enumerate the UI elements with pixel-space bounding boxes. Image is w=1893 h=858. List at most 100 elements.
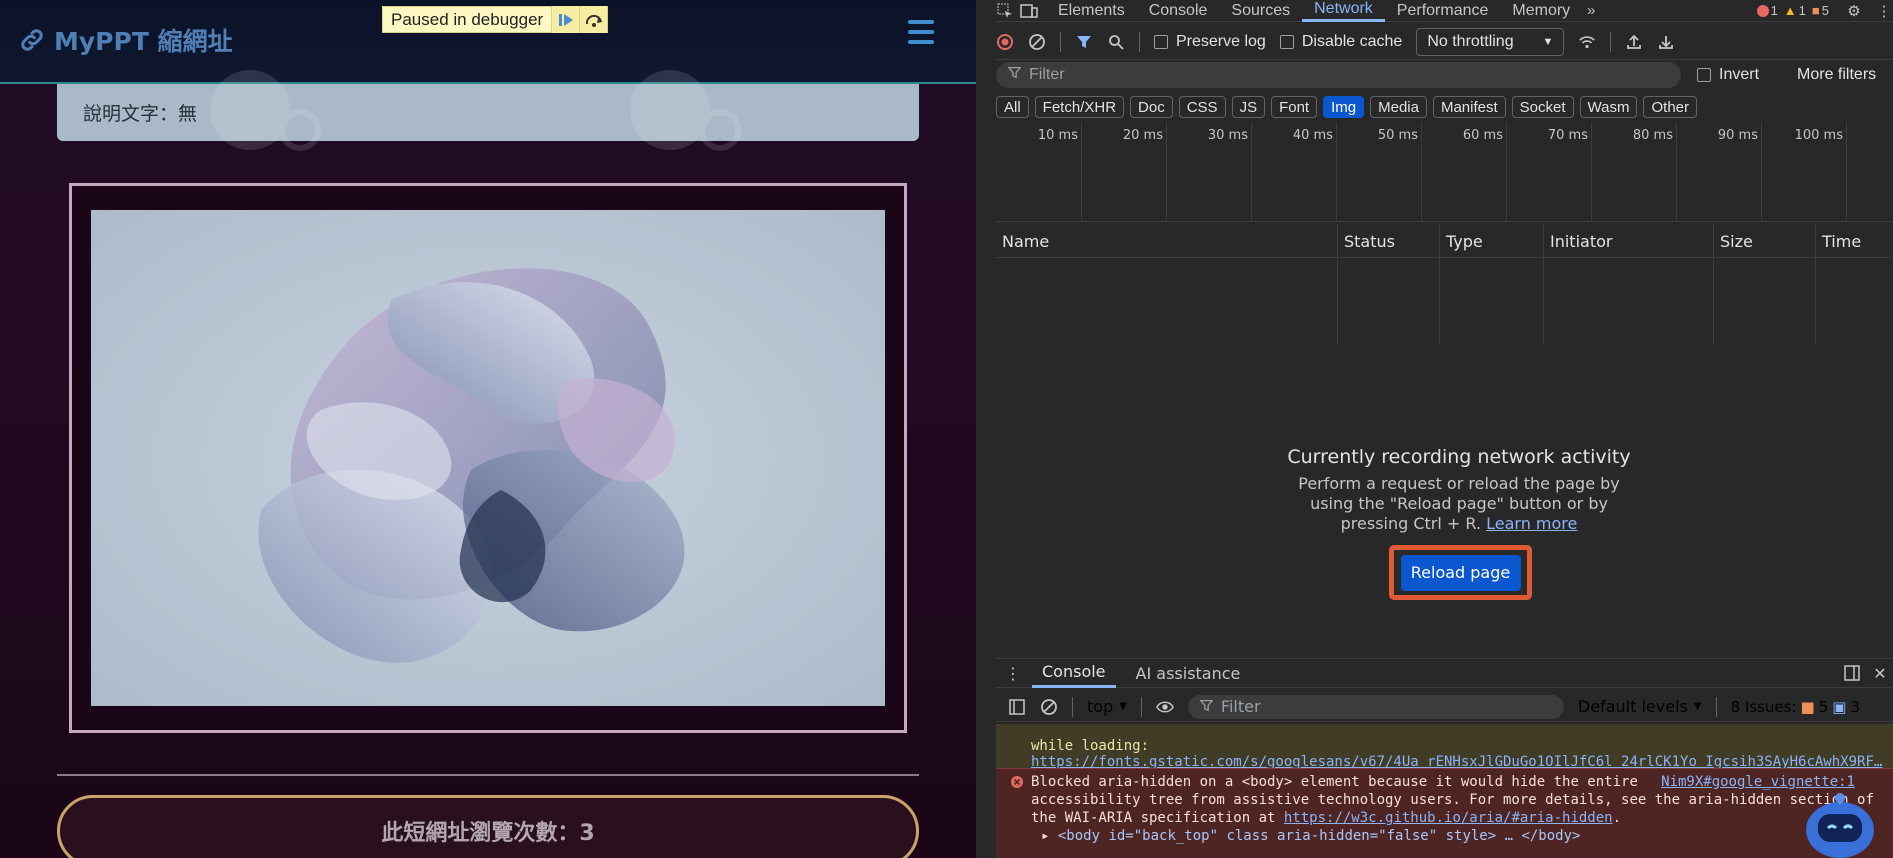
settings-gear-icon[interactable]: ⚙ — [1845, 2, 1863, 20]
timeline-tick-label: 30 ms — [1207, 128, 1248, 143]
type-filter-media[interactable]: Media — [1370, 96, 1427, 118]
column-header: Time — [1822, 232, 1862, 251]
type-filter-fetch-xhr[interactable]: Fetch/XHR — [1034, 96, 1125, 118]
tab-console[interactable]: Console — [1137, 0, 1220, 22]
aria-spec-link[interactable]: https://w3c.github.io/aria/#aria-hidden — [1284, 810, 1613, 826]
drawer-tab-ai-assistance[interactable]: AI assistance — [1126, 658, 1251, 688]
export-har-icon[interactable] — [1657, 33, 1675, 51]
column-header: Status — [1344, 232, 1395, 251]
drawer-tab-console[interactable]: Console — [1032, 658, 1116, 688]
log-levels-value: Default levels — [1577, 697, 1688, 716]
column-name[interactable]: Name — [996, 224, 1338, 344]
search-icon[interactable] — [1107, 33, 1125, 51]
column-initiator[interactable]: Initiator — [1544, 224, 1714, 344]
type-filter-socket[interactable]: Socket — [1511, 96, 1574, 118]
checkbox-box[interactable] — [1279, 34, 1294, 49]
type-filter-img[interactable]: Img — [1323, 96, 1365, 118]
hamburger-bar — [908, 40, 934, 44]
reload-page-button[interactable]: Reload page — [1400, 554, 1521, 591]
record-stop-icon[interactable] — [996, 33, 1014, 51]
network-filter-input[interactable]: Filter — [996, 62, 1681, 88]
error-source-link[interactable]: Nim9X#google_vignette:1 — [1661, 773, 1855, 791]
issues-warn-count: 5 — [1818, 697, 1829, 716]
drawer-tab-bar: ⋮ Console AI assistance ✕ — [996, 658, 1893, 688]
console-filter-placeholder: Filter — [1220, 697, 1261, 716]
close-drawer-icon[interactable]: ✕ — [1871, 664, 1889, 683]
column-size[interactable]: Size — [1714, 224, 1816, 344]
resume-icon[interactable] — [551, 6, 580, 33]
clear-icon[interactable] — [1028, 33, 1046, 51]
type-filter-manifest[interactable]: Manifest — [1432, 96, 1506, 118]
log-levels-select[interactable]: Default levels ▼ — [1578, 697, 1702, 716]
dock-side-icon[interactable] — [1843, 664, 1861, 682]
more-tabs-icon[interactable]: » — [1582, 2, 1600, 20]
checkbox-box[interactable] — [1697, 68, 1711, 82]
filter-placeholder: Filter — [1029, 66, 1065, 83]
visit-count-badge: 此短網址瀏覽次數：3 — [57, 795, 919, 858]
type-filter-doc[interactable]: Doc — [1130, 96, 1173, 118]
empty-state-title: Currently recording network activity — [1287, 446, 1631, 468]
step-over-icon[interactable] — [579, 6, 608, 33]
clipped-line — [1031, 724, 1893, 738]
reload-highlight-box: Reload page — [1389, 545, 1532, 600]
type-filter-js[interactable]: JS — [1231, 96, 1266, 118]
tab-elements[interactable]: Elements — [1046, 0, 1137, 22]
tab-memory[interactable]: Memory — [1500, 0, 1582, 22]
error-text-line: the WAI-ARIA specification at — [1031, 810, 1284, 826]
column-type[interactable]: Type — [1440, 224, 1544, 344]
live-expression-eye-icon[interactable] — [1155, 698, 1174, 716]
tab-sources[interactable]: Sources — [1219, 0, 1302, 22]
network-empty-state: Currently recording network activity Per… — [1226, 446, 1692, 534]
body-element-node[interactable]: <body id="back_top" class aria-hidden="f… — [1058, 828, 1581, 844]
type-filter-other[interactable]: Other — [1643, 96, 1697, 118]
issues-summary-button[interactable]: 8 Issues: ■ 5 ▣ 3 — [1731, 698, 1860, 716]
throttling-value: No throttling — [1427, 32, 1514, 50]
type-filter-all[interactable]: All — [996, 96, 1029, 118]
type-filter-css[interactable]: CSS — [1178, 96, 1226, 118]
column-time[interactable]: Time — [1816, 224, 1893, 344]
disable-cache-checkbox[interactable]: Disable cache — [1279, 33, 1402, 51]
learn-more-link[interactable]: Learn more — [1486, 514, 1577, 533]
chevron-down-icon: ▼ — [1119, 701, 1127, 712]
throttling-select[interactable]: No throttling ▼ — [1416, 27, 1565, 56]
kebab-menu-icon[interactable]: ⋮ — [1875, 2, 1893, 20]
network-timeline-overview[interactable]: 10 ms 20 ms 30 ms 40 ms 50 ms 60 ms 70 m… — [996, 122, 1893, 222]
sidebar-toggle-icon[interactable] — [1008, 698, 1026, 716]
expand-triangle-icon[interactable]: ▸ — [1041, 828, 1049, 844]
timeline-tick: 80 ms — [1633, 122, 1677, 222]
column-status[interactable]: Status — [1338, 224, 1440, 344]
timeline-tick: 10 ms — [1038, 122, 1082, 222]
checkbox-box[interactable] — [1154, 34, 1168, 49]
hamburger-bar — [908, 20, 934, 24]
context-select[interactable]: top ▼ — [1087, 697, 1127, 716]
tab-network[interactable]: Network — [1302, 0, 1385, 22]
chevron-down-icon: ▼ — [1693, 701, 1702, 712]
network-conditions-icon[interactable] — [1578, 33, 1596, 51]
console-filter-input[interactable]: Filter — [1187, 694, 1564, 719]
tab-performance[interactable]: Performance — [1385, 0, 1501, 22]
filter-funnel-icon[interactable] — [1075, 33, 1093, 51]
warning-text: while loading: — [1031, 738, 1150, 754]
invert-checkbox[interactable]: Invert — [1697, 66, 1759, 84]
console-warning-message: while loading: https://fonts.gstatic.com… — [996, 724, 1893, 770]
abstract-bloom-image — [91, 210, 885, 706]
type-filter-font[interactable]: Font — [1271, 96, 1318, 118]
type-filter-wasm[interactable]: Wasm — [1579, 96, 1638, 118]
warning-count-badge[interactable]: ▲ 1 — [1784, 3, 1806, 18]
menu-toggle-button[interactable] — [908, 20, 934, 44]
device-toolbar-icon[interactable] — [1020, 2, 1038, 20]
site-brand[interactable]: MyPPT 縮網址 — [18, 20, 233, 60]
issues-count-badge[interactable]: ■ 5 — [1812, 3, 1829, 18]
preserve-log-checkbox[interactable]: Preserve log — [1154, 33, 1266, 51]
error-count-badge[interactable]: 1 — [1756, 3, 1778, 18]
more-filters-button[interactable]: More filters — [1797, 66, 1876, 84]
column-header: Name — [1002, 232, 1050, 251]
debugger-paused-banner: Paused in debugger — [382, 6, 609, 33]
description-box: 說明文字：無 — [57, 84, 919, 141]
timeline-tick: 50 ms — [1378, 122, 1422, 222]
inspect-element-icon[interactable] — [996, 2, 1014, 20]
drawer-menu-icon[interactable]: ⋮ — [1004, 664, 1022, 683]
clear-console-icon[interactable] — [1040, 698, 1058, 716]
import-har-icon[interactable] — [1625, 33, 1643, 51]
assistant-robot-icon[interactable] — [1800, 790, 1880, 858]
